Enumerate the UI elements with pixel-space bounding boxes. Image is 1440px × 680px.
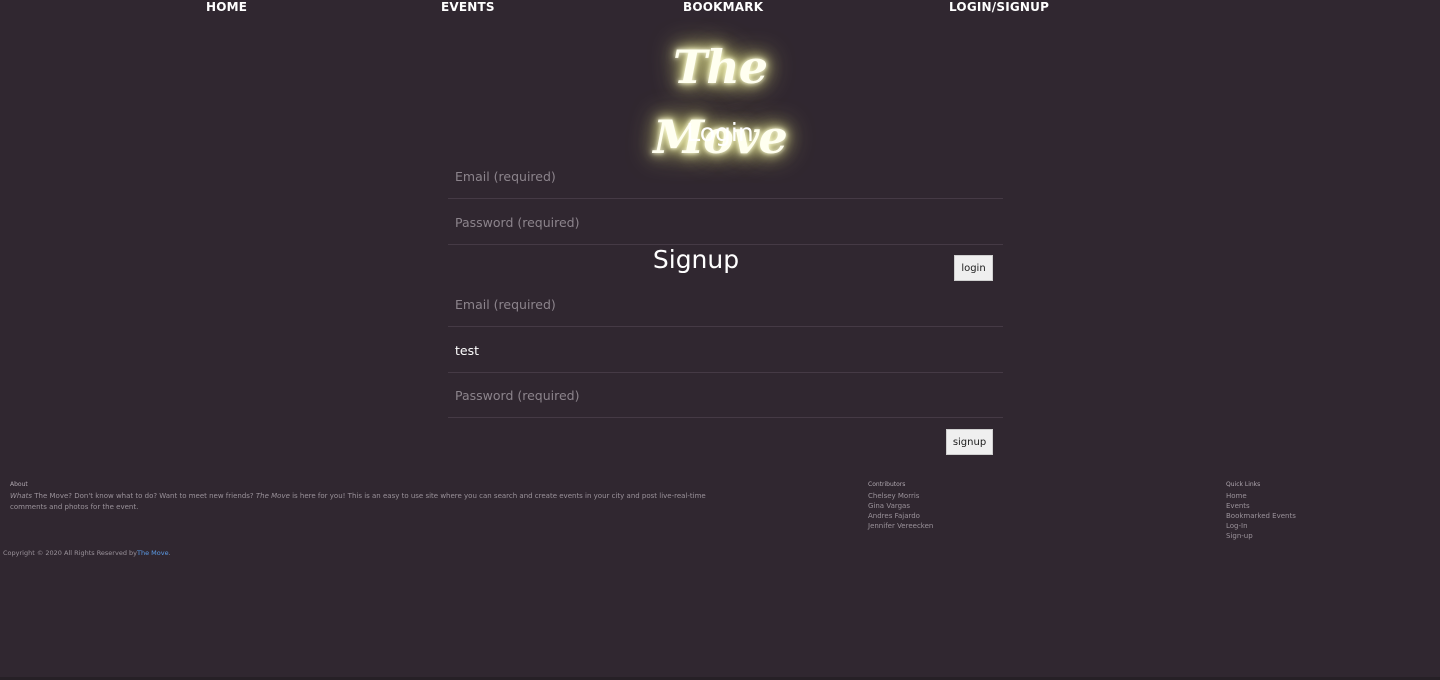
signup-email-field-wrapper: [448, 282, 1003, 327]
login-email-input[interactable]: [448, 154, 1003, 198]
quick-link-events[interactable]: Events: [1226, 501, 1376, 511]
signup-username-field-wrapper: [448, 328, 1003, 373]
nav-bookmark-link[interactable]: BOOKMARK: [683, 0, 763, 14]
contributor-name: Gina Vargas: [868, 502, 910, 510]
signup-button[interactable]: signup: [946, 429, 993, 455]
the-move-neon-logo: The Move: [653, 40, 788, 164]
signup-title: Signup: [652, 245, 740, 274]
copyright-suffix: .: [168, 549, 171, 557]
login-button[interactable]: login: [954, 255, 993, 281]
signup-username-input[interactable]: [448, 328, 1003, 372]
login-password-field-wrapper: [448, 200, 1003, 245]
page: HOME EVENTS BOOKMARK LOGIN/SIGNUP The Mo…: [0, 0, 1440, 680]
quick-link-bookmarked-events[interactable]: Bookmarked Events: [1226, 511, 1376, 521]
copyright-the-move-link[interactable]: The Move: [137, 549, 169, 557]
signup-password-input[interactable]: [448, 373, 1003, 417]
footer-quick-links-heading: Quick Links: [1226, 481, 1261, 488]
signup-email-input[interactable]: [448, 282, 1003, 326]
footer-contributors-heading: Contributors: [868, 481, 906, 488]
about-whats-emphasis: Whats: [10, 492, 33, 500]
nav-home-link[interactable]: HOME: [206, 0, 247, 14]
copyright-notice: Copyright © 2020 All Rights Reserved byT…: [3, 549, 171, 557]
about-text-part-1: The Move? Don't know what to do? Want to…: [32, 492, 256, 500]
signup-password-field-wrapper: [448, 373, 1003, 418]
contributor-name: Chelsey Morris: [868, 492, 920, 500]
nav-login-signup-link[interactable]: LOGIN/SIGNUP: [949, 0, 1049, 14]
login-title: Login: [686, 118, 754, 147]
login-password-input[interactable]: [448, 200, 1003, 244]
footer-about-text: Whats The Move? Don't know what to do? W…: [10, 491, 730, 513]
top-nav: HOME EVENTS BOOKMARK LOGIN/SIGNUP: [0, 0, 1440, 16]
copyright-text: Copyright © 2020 All Rights Reserved by: [3, 549, 137, 557]
login-email-field-wrapper: [448, 154, 1003, 199]
about-the-move-emphasis: The Move: [255, 492, 290, 500]
contributor-name: Jennifer Vereecken: [868, 522, 934, 530]
quick-link-sign-up[interactable]: Sign-up: [1226, 531, 1376, 541]
quick-links-list: Home Events Bookmarked Events Log-In Sig…: [1226, 491, 1376, 541]
quick-link-home[interactable]: Home: [1226, 491, 1376, 501]
footer-about-heading: About: [10, 481, 28, 488]
contributor-name: Andres Fajardo: [868, 512, 920, 520]
nav-events-link[interactable]: EVENTS: [441, 0, 495, 14]
contributors-list: Chelsey Morris Gina Vargas Andres Fajard…: [868, 491, 1018, 531]
quick-link-log-in[interactable]: Log-In: [1226, 521, 1376, 531]
